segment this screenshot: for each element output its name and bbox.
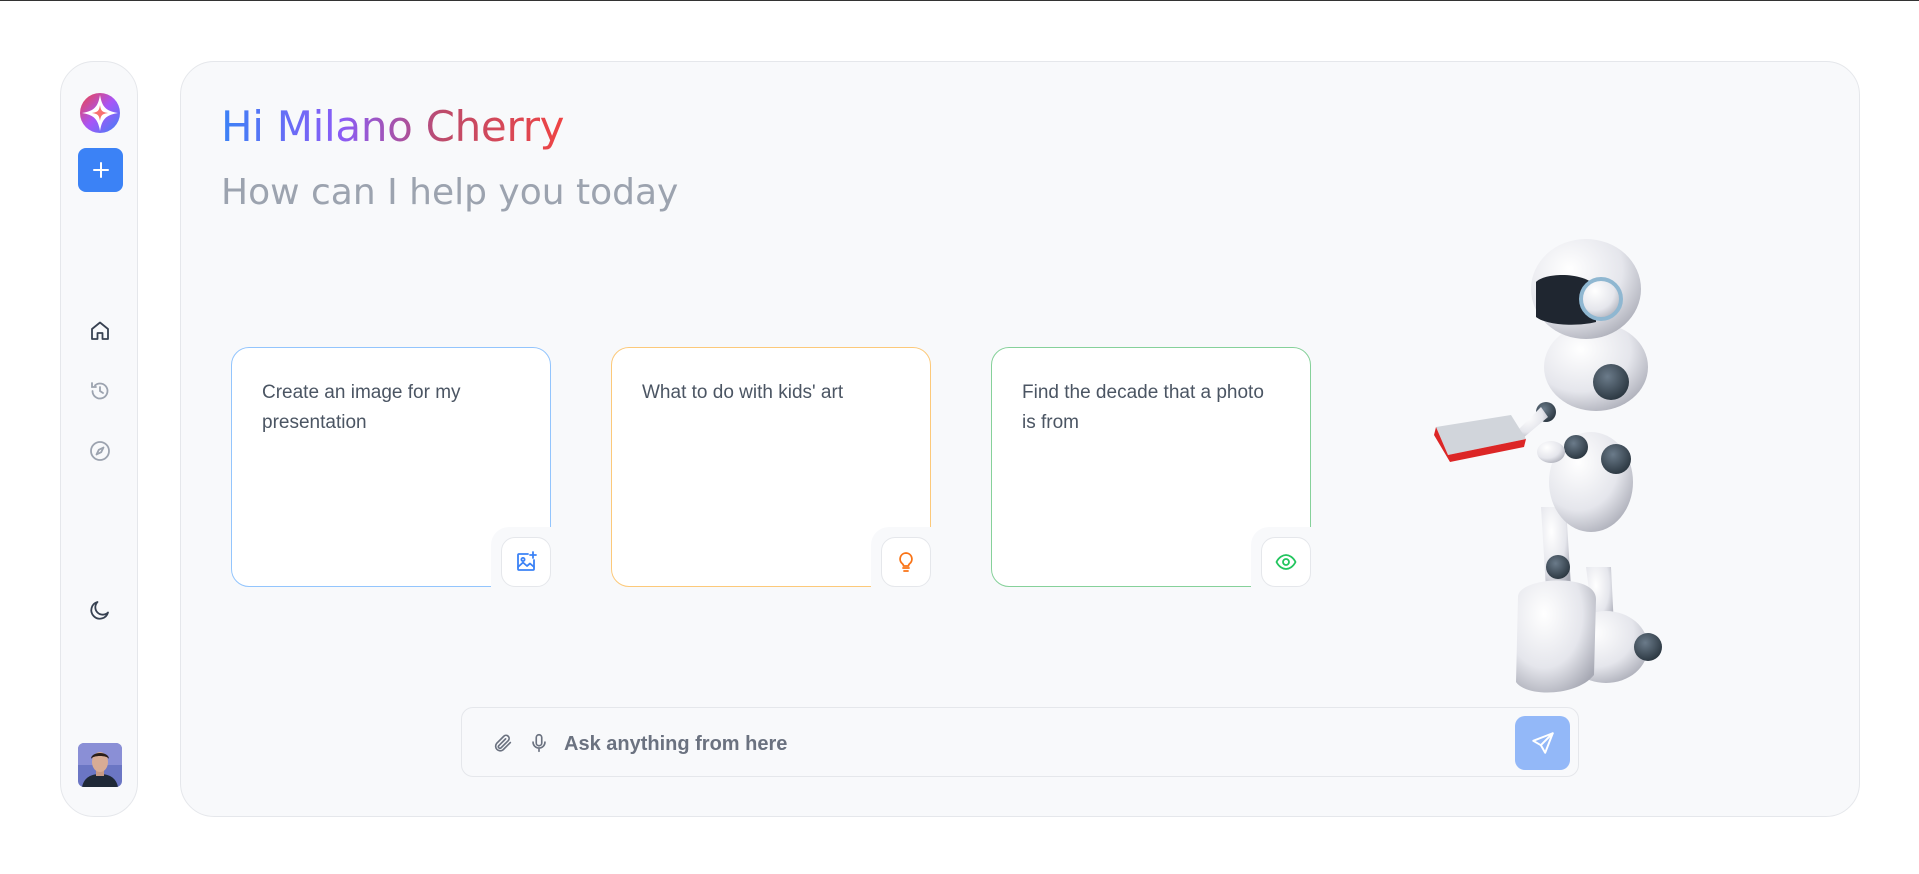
robot-illustration — [1426, 227, 1726, 697]
user-avatar[interactable] — [78, 743, 122, 787]
suggestion-card-text: Create an image for my presentation — [262, 382, 461, 433]
theme-toggle[interactable] — [87, 597, 113, 623]
suggestion-card-text: Find the decade that a photo is from — [1022, 382, 1264, 433]
paperclip-icon — [494, 734, 512, 752]
eye-icon — [1275, 554, 1297, 570]
sidebar — [60, 61, 138, 817]
card-icon-button[interactable] — [1261, 537, 1311, 587]
card-icon-button[interactable] — [501, 537, 551, 587]
send-button[interactable] — [1515, 716, 1570, 770]
greeting-subtitle: How can I help you today — [221, 172, 679, 213]
moon-icon — [90, 601, 109, 620]
suggestion-card-photo-decade[interactable]: Find the decade that a photo is from — [991, 347, 1311, 587]
main-panel: Hi Milano Cherry How can I help you toda… — [180, 61, 1860, 817]
card-corner — [491, 527, 551, 587]
suggestion-card-kids-art[interactable]: What to do with kids' art — [611, 347, 931, 587]
suggestion-card-image[interactable]: Create an image for my presentation — [231, 347, 551, 587]
new-chat-button[interactable] — [78, 148, 123, 192]
chat-input-bar — [461, 707, 1579, 777]
lightbulb-icon — [899, 552, 913, 572]
sidebar-item-explore[interactable] — [87, 438, 113, 464]
attach-button[interactable] — [490, 730, 516, 756]
app-logo[interactable] — [79, 92, 121, 134]
sidebar-item-home[interactable] — [87, 318, 113, 344]
suggestion-card-text: What to do with kids' art — [642, 382, 844, 403]
chat-input[interactable] — [562, 726, 1446, 762]
card-corner — [871, 527, 931, 587]
history-icon — [91, 382, 109, 400]
image-plus-icon — [517, 551, 537, 571]
send-icon — [1531, 732, 1554, 754]
plus-icon — [92, 162, 109, 178]
sidebar-item-history[interactable] — [87, 378, 113, 404]
microphone-icon — [532, 733, 546, 753]
card-icon-button[interactable] — [881, 537, 931, 587]
voice-input-button[interactable] — [526, 730, 552, 756]
greeting-title: Hi Milano Cherry — [221, 102, 565, 151]
compass-icon — [90, 441, 110, 461]
card-corner — [1251, 527, 1311, 587]
window-top-border — [0, 0, 1919, 1]
home-icon — [91, 321, 109, 340]
